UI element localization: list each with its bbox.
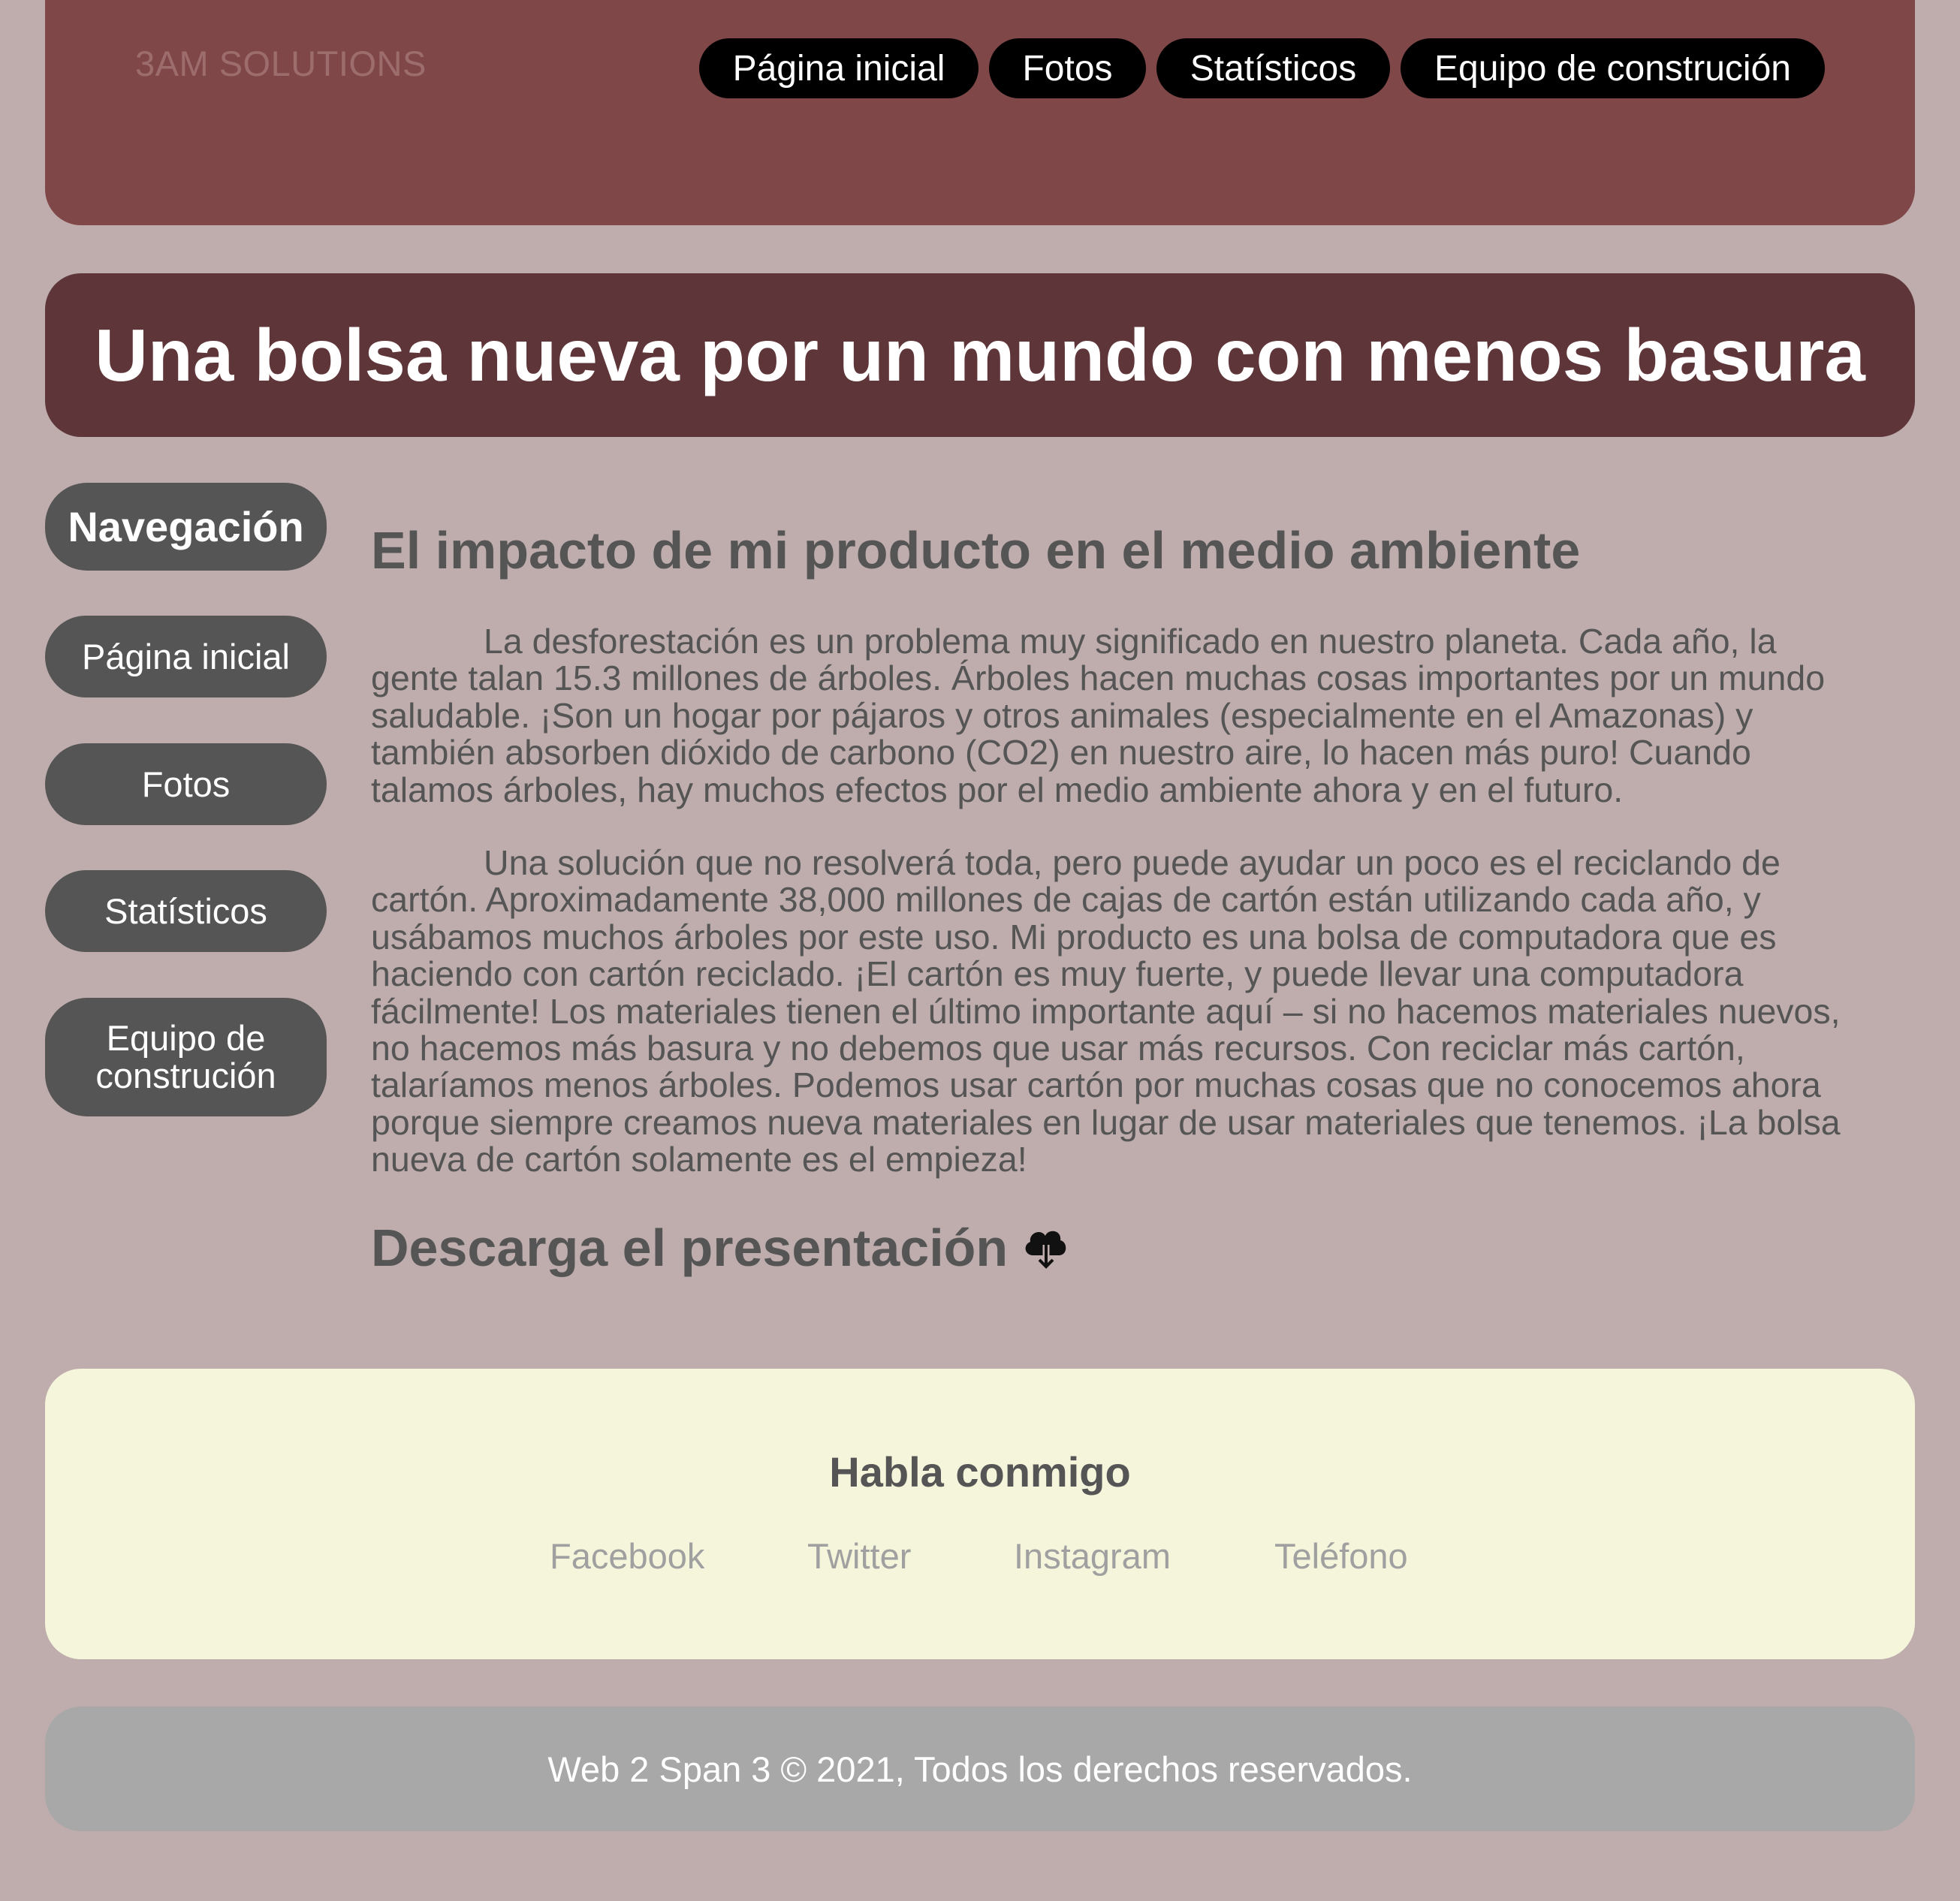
sidebar-item-pagina-inicial[interactable]: Página inicial (45, 616, 327, 697)
topnav-equipo-construccion[interactable]: Equipo de construción (1401, 38, 1825, 98)
download-label[interactable]: Descarga el presentación (371, 1218, 1008, 1278)
copyright-footer: Web 2 Span 3 © 2021, Todos los derechos … (45, 1707, 1915, 1831)
contact-section: Habla conmigo Facebook Twitter Instagram… (45, 1369, 1915, 1659)
sidebar-heading: Navegación (45, 483, 327, 571)
topnav-pagina-inicial[interactable]: Página inicial (699, 38, 978, 98)
facebook-link[interactable]: Facebook (550, 1535, 704, 1577)
download-presentation-link[interactable]: Descarga el presentación (371, 1218, 1873, 1278)
paragraph-deforestation: La desforestación es un problema muy sig… (371, 622, 1826, 809)
sidebar-item-estadisticos[interactable]: Statísticos (45, 870, 327, 952)
hero-banner: Una bolsa nueva por un mundo con menos b… (45, 273, 1915, 437)
copyright-text: Web 2 Span 3 © 2021, Todos los derechos … (547, 1749, 1413, 1789)
main-content: El impacto de mi producto en el medio am… (371, 511, 1873, 1278)
sidebar-item-fotos[interactable]: Fotos (45, 743, 327, 825)
contact-title: Habla conmigo (829, 1448, 1131, 1496)
page-title: Una bolsa nueva por un mundo con menos b… (95, 313, 1865, 396)
site-header: 3AM SOLUTIONS (45, 0, 1915, 225)
brand-logo-text[interactable]: 3AM SOLUTIONS (135, 43, 427, 84)
topnav-fotos[interactable]: Fotos (989, 38, 1146, 98)
sidebar-item-equipo-construccion[interactable]: Equipo de construción (45, 998, 327, 1116)
topnav-estadisticos[interactable]: Statísticos (1156, 38, 1390, 98)
telefono-link[interactable]: Teléfono (1274, 1535, 1408, 1577)
instagram-link[interactable]: Instagram (1014, 1535, 1171, 1577)
section-heading: El impacto de mi producto en el medio am… (371, 521, 1581, 580)
twitter-link[interactable]: Twitter (807, 1535, 911, 1577)
paragraph-solution: Una solución que no resolverá toda, pero… (371, 843, 1841, 1179)
cloud-download-icon[interactable] (1021, 1225, 1071, 1270)
